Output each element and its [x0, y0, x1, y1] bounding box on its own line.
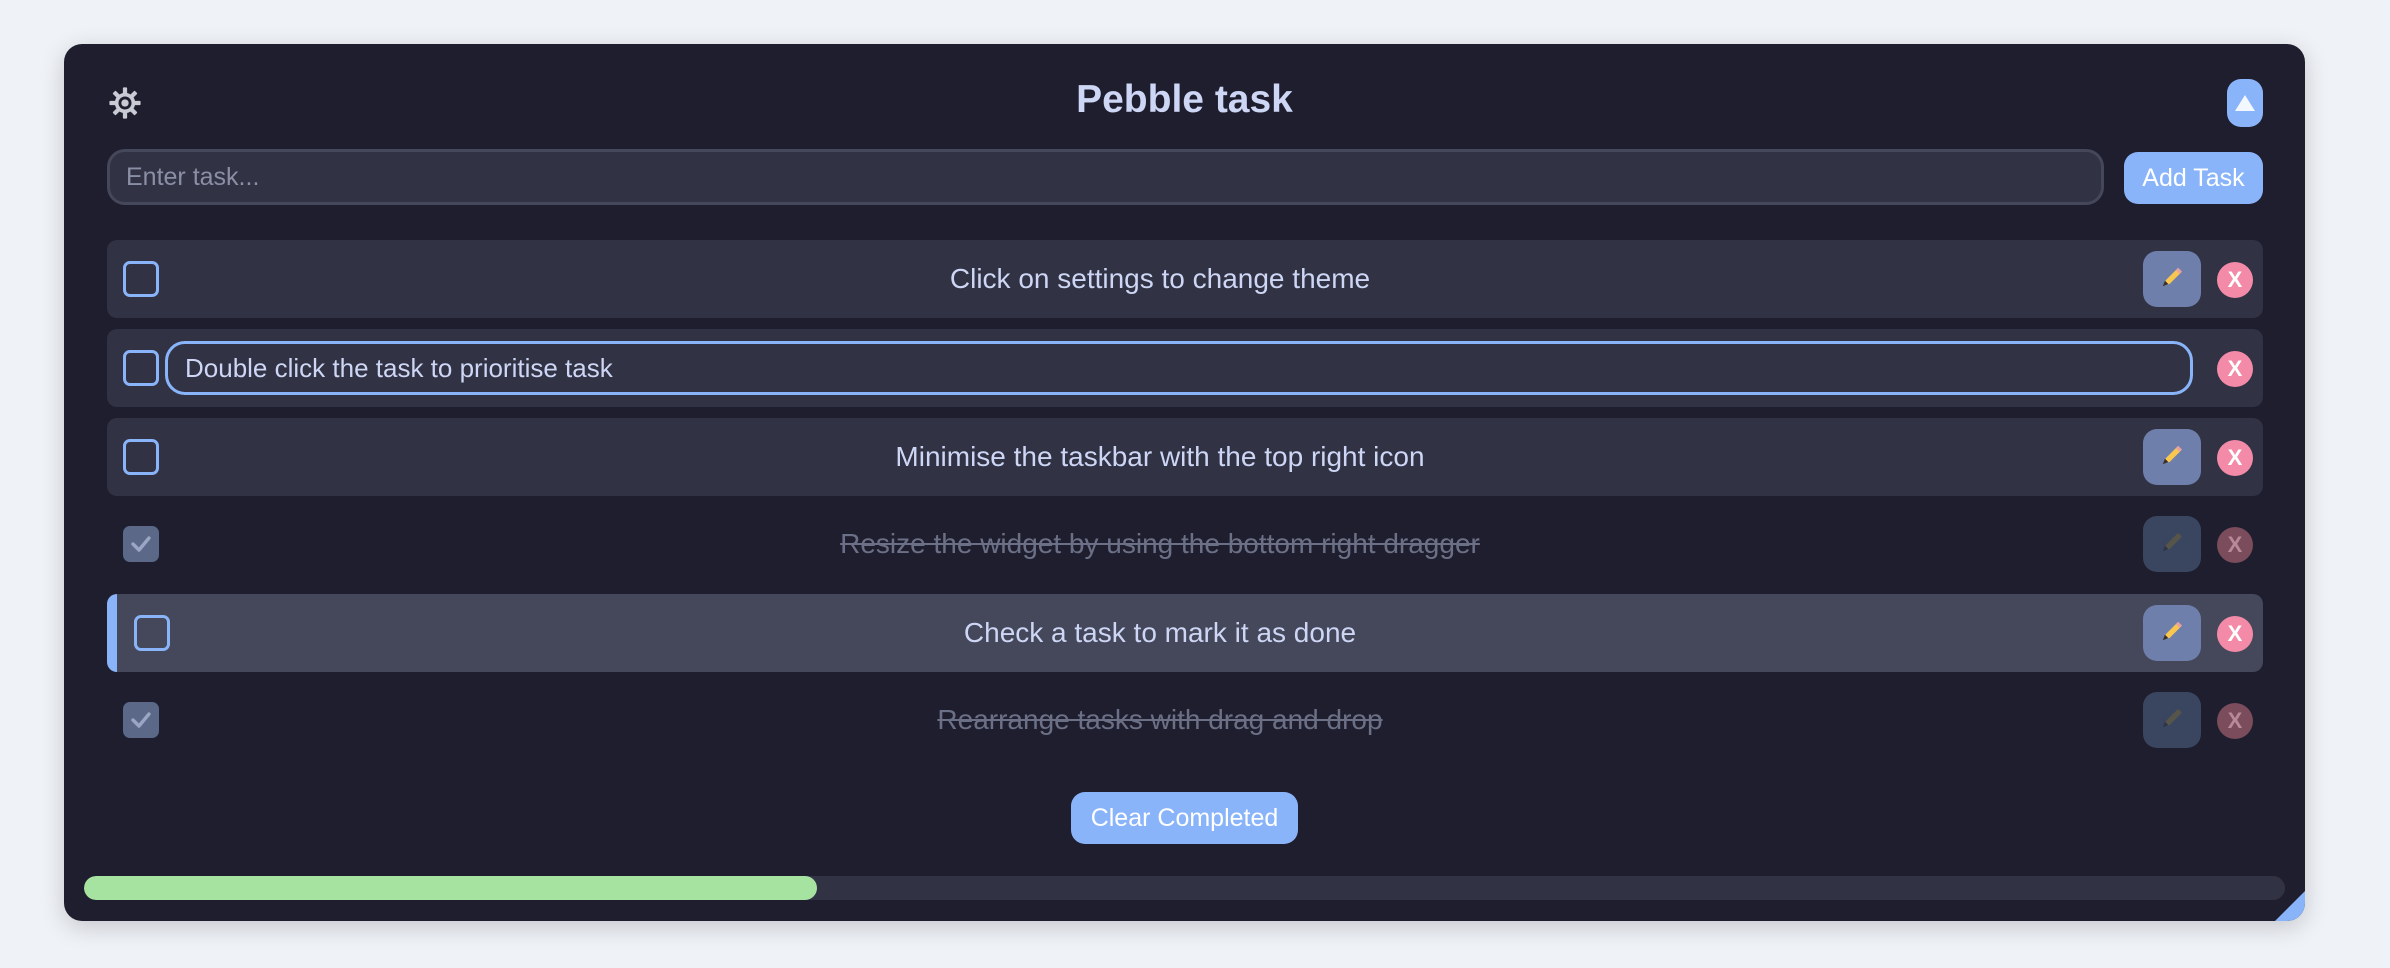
clear-completed-button[interactable]: Clear Completed	[1071, 792, 1298, 844]
task-item[interactable]: Click on settings to change theme X	[107, 240, 2263, 318]
task-text: Resize the widget by using the bottom ri…	[840, 528, 1480, 559]
app-title: Pebble task	[1076, 78, 1293, 121]
resize-handle[interactable]	[2275, 891, 2305, 921]
task-widget: Pebble task Add Task Click on settings t…	[64, 44, 2305, 921]
delete-button[interactable]: X	[2217, 440, 2253, 476]
delete-button[interactable]: X	[2217, 351, 2253, 387]
pencil-icon	[2159, 442, 2185, 473]
pencil-icon	[2159, 618, 2185, 649]
add-task-row: Add Task	[107, 149, 2263, 205]
delete-button[interactable]: X	[2217, 262, 2253, 298]
task-input[interactable]	[107, 149, 2104, 205]
edit-button[interactable]	[2143, 692, 2201, 748]
edit-button[interactable]	[2143, 605, 2201, 661]
delete-button[interactable]: X	[2217, 527, 2253, 563]
pencil-icon	[2159, 705, 2185, 736]
resize-corner-icon	[2275, 891, 2305, 921]
edit-button[interactable]	[2143, 251, 2201, 307]
task-item-editing[interactable]: X	[107, 329, 2263, 407]
task-checkbox-checked[interactable]	[123, 702, 159, 738]
task-text: Check a task to mark it as done	[963, 617, 1357, 648]
task-text: Click on settings to change theme	[949, 263, 1371, 294]
task-checkbox[interactable]	[123, 439, 159, 475]
task-text: Minimise the taskbar with the top right …	[895, 441, 1425, 472]
checkmark-icon	[131, 536, 151, 552]
pencil-icon	[2159, 529, 2185, 560]
task-item-selected[interactable]: Check a task to mark it as done X	[107, 594, 2263, 672]
task-checkbox[interactable]	[123, 350, 159, 386]
add-task-button[interactable]: Add Task	[2124, 152, 2263, 204]
progress-bar	[84, 876, 2285, 900]
task-item-completed[interactable]: Resize the widget by using the bottom ri…	[107, 505, 2263, 583]
edit-button[interactable]	[2143, 516, 2201, 572]
task-item[interactable]: Minimise the taskbar with the top right …	[107, 418, 2263, 496]
delete-button[interactable]: X	[2217, 616, 2253, 652]
task-text: Rearrange tasks with drag and drop	[937, 704, 1383, 735]
checkmark-icon	[131, 712, 151, 728]
pencil-icon	[2159, 264, 2185, 295]
task-checkbox[interactable]	[134, 615, 170, 651]
edit-button[interactable]	[2143, 429, 2201, 485]
minimize-button[interactable]	[2227, 79, 2263, 127]
progress-fill	[84, 876, 817, 900]
task-edit-input[interactable]	[165, 341, 2193, 395]
task-item-completed[interactable]: Rearrange tasks with drag and drop X	[107, 681, 2263, 759]
task-checkbox[interactable]	[123, 261, 159, 297]
triangle-up-icon	[2235, 95, 2255, 111]
delete-button[interactable]: X	[2217, 703, 2253, 739]
task-checkbox-checked[interactable]	[123, 526, 159, 562]
